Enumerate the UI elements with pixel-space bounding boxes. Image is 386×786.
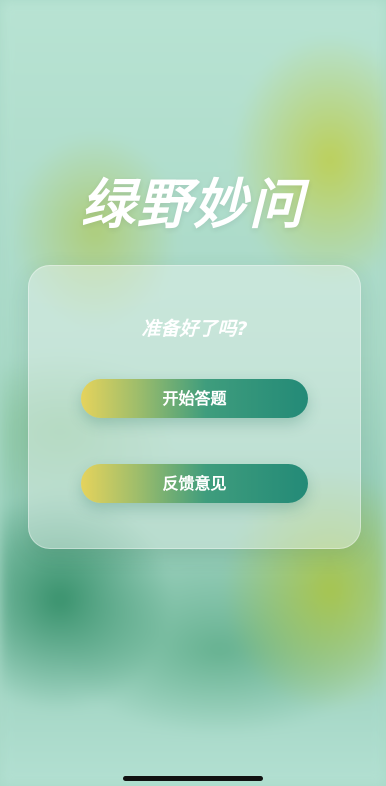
home-indicator[interactable] [123, 776, 263, 781]
start-card: 准备好了吗? 开始答题 反馈意见 [28, 265, 361, 549]
start-quiz-button[interactable]: 开始答题 [81, 379, 308, 418]
ready-question: 准备好了吗? [141, 318, 248, 340]
feedback-button[interactable]: 反馈意见 [81, 464, 308, 503]
app-title: 绿野妙问 [81, 173, 305, 236]
